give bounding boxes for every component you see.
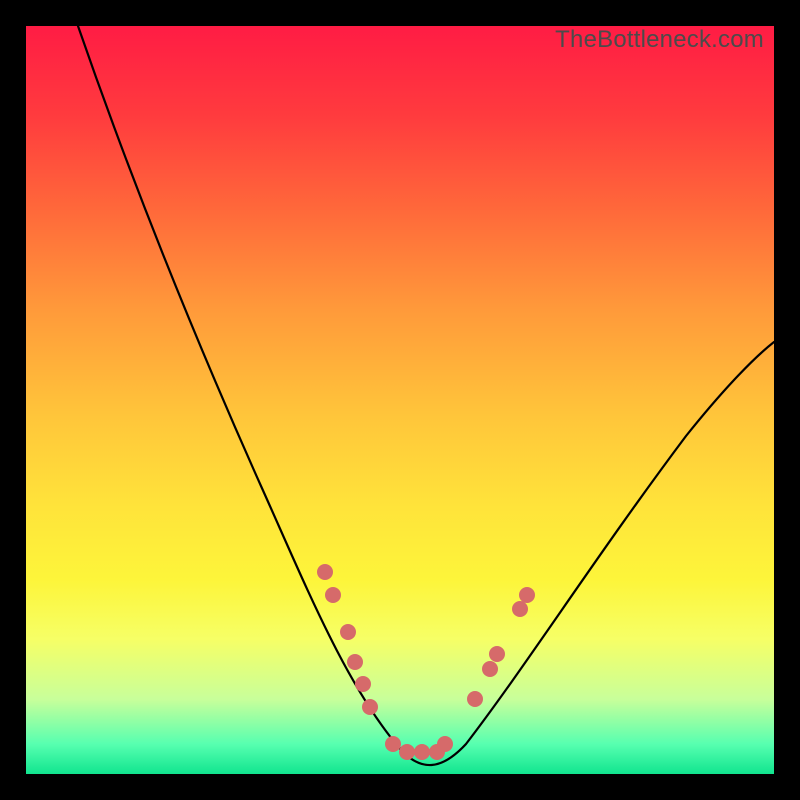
bottleneck-curve xyxy=(26,26,774,774)
chart-plot-area: TheBottleneck.com xyxy=(26,26,774,774)
watermark-text: TheBottleneck.com xyxy=(555,26,764,54)
curve-path xyxy=(78,26,774,765)
curve-markers xyxy=(317,564,535,760)
